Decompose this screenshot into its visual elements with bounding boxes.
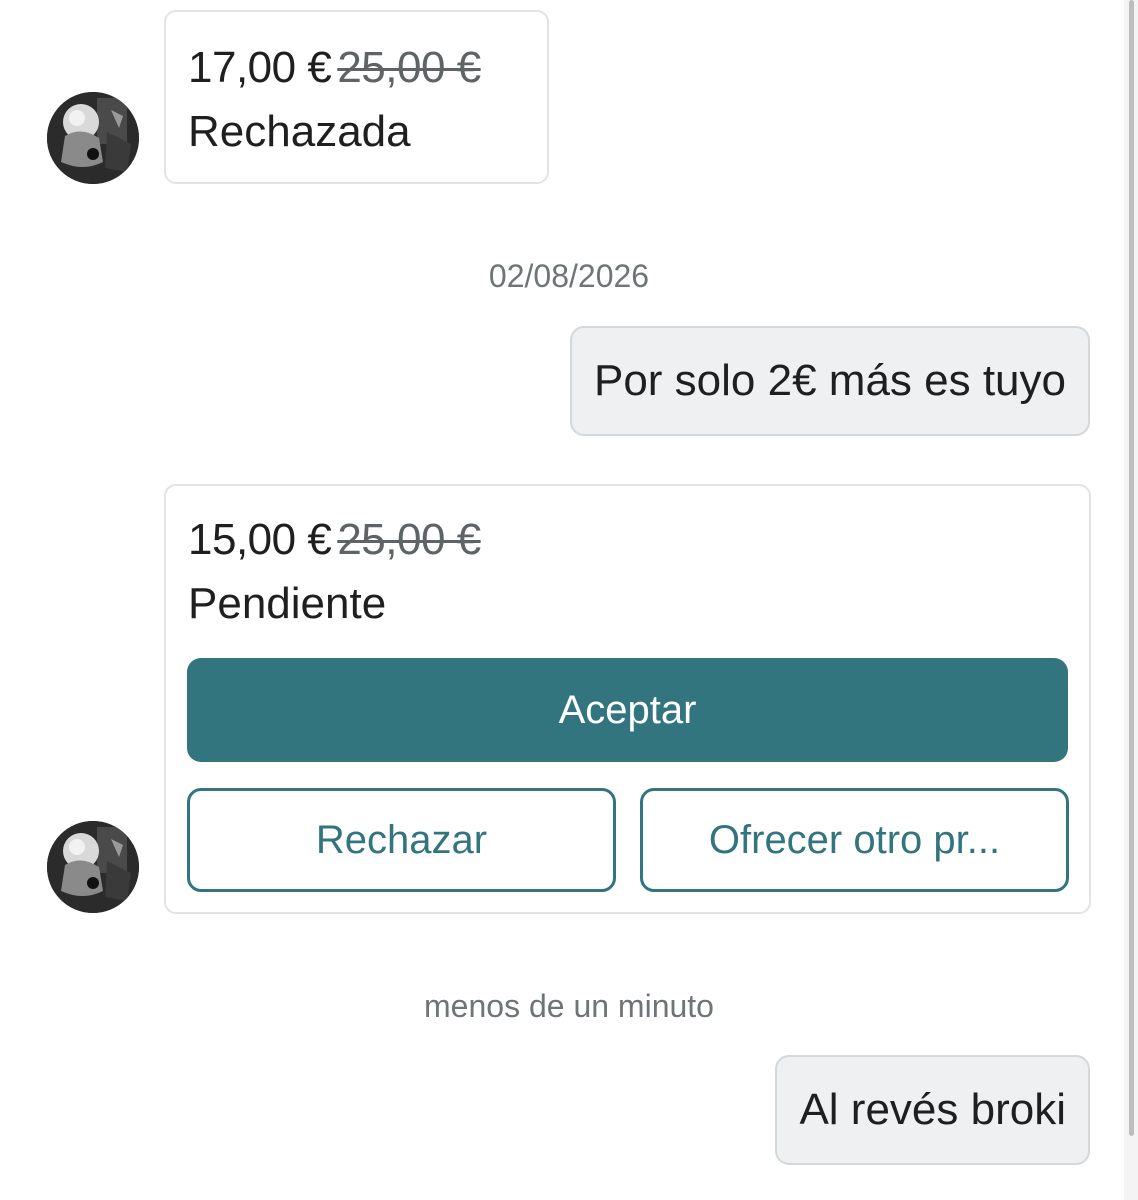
offer-card-rejected: 17,00 €25,00 € Rechazada bbox=[164, 10, 549, 184]
offer-status: Pendiente bbox=[188, 579, 387, 628]
avatar-image bbox=[47, 92, 139, 184]
scrollbar-thumb[interactable] bbox=[1129, 0, 1134, 1136]
offer-status: Rechazada bbox=[188, 107, 411, 156]
outgoing-message: Al revés broki bbox=[775, 1055, 1090, 1165]
offer-price: 15,00 € bbox=[188, 515, 332, 564]
offer-original-price: 25,00 € bbox=[337, 515, 481, 564]
offer-original-price: 25,00 € bbox=[337, 43, 481, 92]
avatar-image bbox=[47, 821, 139, 913]
offer-price-line: 15,00 €25,00 € bbox=[188, 514, 481, 566]
offer-card-pending: 15,00 €25,00 € Pendiente Aceptar Rechaza… bbox=[164, 484, 1091, 914]
date-separator: 02/08/2026 bbox=[488, 258, 650, 294]
reject-button[interactable]: Rechazar bbox=[187, 788, 616, 892]
offer-price: 17,00 € bbox=[188, 43, 332, 92]
counter-offer-button[interactable]: Ofrecer otro pr... bbox=[640, 788, 1069, 892]
offer-price-line: 17,00 €25,00 € bbox=[188, 42, 481, 94]
outgoing-message: Por solo 2€ más es tuyo bbox=[569, 326, 1090, 436]
date-separator: menos de un minuto bbox=[424, 988, 714, 1024]
accept-button[interactable]: Aceptar bbox=[187, 658, 1068, 762]
avatar[interactable] bbox=[47, 821, 139, 913]
avatar[interactable] bbox=[47, 92, 139, 184]
